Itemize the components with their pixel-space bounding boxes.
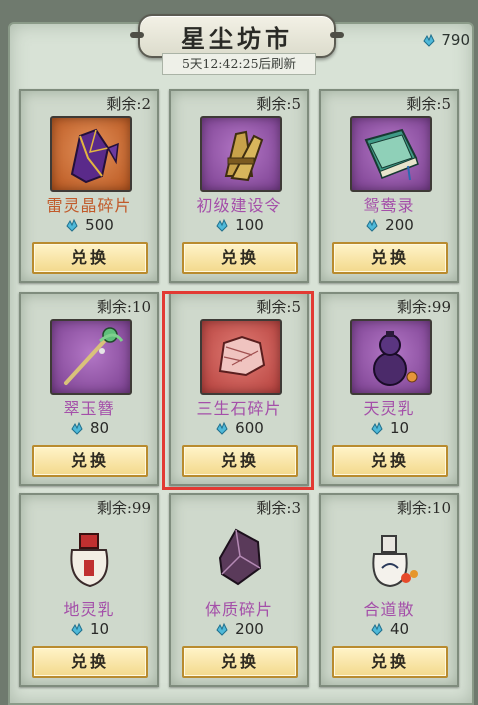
exchange-button[interactable]: 兑换 — [182, 242, 298, 274]
shop-item-card[interactable]: 剩余:3 体质碎片 200 兑换 — [169, 493, 309, 687]
item-name: 天灵乳 — [363, 399, 415, 418]
item-price: 10 — [21, 620, 157, 638]
item-icon-frame — [50, 116, 132, 192]
refresh-timer: 5天12:42:25后刷新 — [162, 53, 316, 75]
exchange-button[interactable]: 兑换 — [332, 646, 448, 678]
shop-item-card[interactable]: 剩余:10 翠玉簪 80 兑换 — [19, 292, 159, 486]
remaining-count: 剩余:10 — [96, 298, 151, 316]
remaining-count: 剩余:99 — [96, 499, 151, 517]
item-icon-frame — [200, 520, 278, 592]
item-name: 地灵乳 — [63, 600, 115, 619]
item-price: 100 — [171, 216, 307, 234]
shop-title: 星尘坊市 — [181, 23, 293, 53]
book-icon — [364, 128, 419, 181]
remaining-count: 剩余:2 — [106, 95, 151, 113]
item-name: 雷灵晶碎片 — [46, 196, 132, 215]
shop-item-card[interactable]: 剩余:5 初级建设令 100 兑换 — [169, 89, 309, 283]
price-value: 200 — [235, 620, 264, 638]
item-name: 三生石碎片 — [196, 399, 282, 418]
item-price: 200 — [321, 216, 457, 234]
title-plate: 星尘坊市 — [130, 14, 344, 58]
item-name: 鸳鸯录 — [363, 196, 415, 215]
price-value: 600 — [235, 419, 264, 437]
shop-item-card[interactable]: 剩余:99 地灵乳 10 兑换 — [19, 493, 159, 687]
remaining-count: 剩余:3 — [256, 499, 301, 517]
item-name: 初级建设令 — [196, 196, 282, 215]
item-icon-frame — [350, 116, 432, 192]
exchange-button[interactable]: 兑换 — [332, 242, 448, 274]
blue-crystal-icon — [371, 421, 383, 435]
shop-item-card[interactable]: 剩余:2 雷灵晶碎片 500 兑换 — [19, 89, 159, 283]
price-value: 80 — [89, 419, 110, 437]
currency-display: 790 — [421, 31, 470, 49]
blue-crystal-icon — [71, 622, 83, 636]
remaining-count: 剩余:5 — [256, 298, 301, 316]
shop-item-card[interactable]: 剩余:5 鸳鸯录 200 兑换 — [319, 89, 459, 283]
item-name: 合道散 — [363, 600, 415, 619]
stone-fragment-icon — [218, 335, 266, 377]
remaining-count: 剩余:99 — [396, 298, 451, 316]
blue-crystal-icon — [216, 421, 228, 435]
blue-crystal-icon — [423, 33, 435, 47]
item-icon-frame — [350, 319, 432, 395]
item-price: 10 — [321, 419, 457, 437]
item-price: 600 — [171, 419, 307, 437]
blue-crystal-icon — [66, 218, 78, 232]
blue-crystal-icon — [371, 622, 383, 636]
exchange-button[interactable]: 兑换 — [32, 445, 148, 477]
item-icon-frame — [200, 319, 282, 395]
purple-crystal-icon — [70, 128, 119, 184]
shop-item-card[interactable]: 剩余:5 三生石碎片 600 兑换 — [169, 292, 309, 486]
scroll-bundle-icon — [224, 130, 264, 182]
item-icon-frame — [50, 319, 132, 395]
remaining-count: 剩余:5 — [256, 95, 301, 113]
exchange-button[interactable]: 兑换 — [32, 242, 148, 274]
blue-crystal-icon — [71, 421, 83, 435]
price-value: 100 — [235, 216, 264, 234]
remaining-count: 剩余:5 — [406, 95, 451, 113]
blue-crystal-icon — [366, 218, 378, 232]
item-icon-frame — [350, 520, 428, 592]
shop-item-card[interactable]: 剩余:99 天灵乳 10 兑换 — [319, 292, 459, 486]
exchange-button[interactable]: 兑换 — [32, 646, 148, 678]
blue-crystal-icon — [216, 218, 228, 232]
item-icon-frame — [200, 116, 282, 192]
currency-amount: 790 — [441, 31, 470, 49]
price-value: 500 — [85, 216, 114, 234]
exchange-button[interactable]: 兑换 — [182, 646, 298, 678]
bottle-pills-icon — [372, 535, 418, 588]
dark-crystal-icon — [218, 528, 262, 586]
remaining-count: 剩余:10 — [396, 499, 451, 517]
item-name: 翠玉簪 — [63, 399, 115, 418]
blue-crystal-icon — [216, 622, 228, 636]
item-price: 80 — [21, 419, 157, 437]
gourd-icon — [373, 331, 418, 386]
price-value: 10 — [389, 419, 410, 437]
item-icon-frame — [50, 520, 128, 592]
price-value: 200 — [385, 216, 414, 234]
exchange-button[interactable]: 兑换 — [332, 445, 448, 477]
item-name: 体质碎片 — [204, 600, 273, 619]
hairpin-icon — [64, 327, 124, 385]
item-price: 200 — [171, 620, 307, 638]
price-value: 40 — [389, 620, 410, 638]
shop-item-card[interactable]: 剩余:10 合道散 40 兑换 — [319, 493, 459, 687]
item-price: 500 — [21, 216, 157, 234]
jar-icon — [70, 533, 109, 588]
exchange-button[interactable]: 兑换 — [182, 445, 298, 477]
item-price: 40 — [321, 620, 457, 638]
price-value: 10 — [89, 620, 110, 638]
